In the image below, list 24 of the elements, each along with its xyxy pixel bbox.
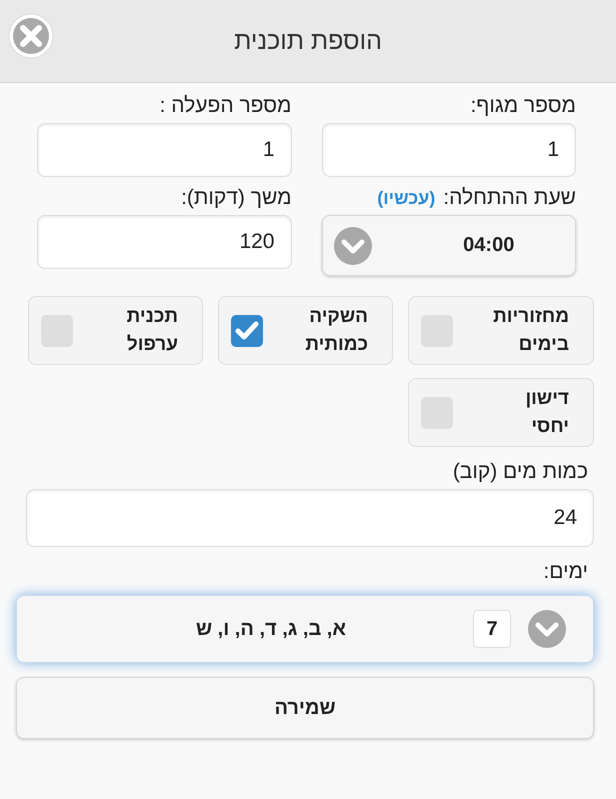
- field-label: מספר מגוף:: [470, 93, 576, 119]
- option-toggle[interactable]: תכנית ערפול: [28, 296, 203, 365]
- field-label: משך (דקות):: [181, 185, 292, 211]
- input-field[interactable]: 1: [37, 123, 292, 177]
- checkbox[interactable]: [231, 314, 263, 346]
- chevron-icon: [527, 609, 567, 649]
- save-button[interactable]: שמירה: [16, 677, 594, 739]
- close-icon[interactable]: [8, 13, 54, 59]
- option-toggle[interactable]: דישון יחסי: [408, 378, 594, 447]
- input-field[interactable]: 1: [322, 123, 576, 177]
- option-toggle[interactable]: מחזוריות בימים: [408, 296, 594, 365]
- time-select[interactable]: 04:00: [322, 215, 576, 276]
- field-label: שעת ההתחלה:: [443, 185, 576, 211]
- time-value: 04:00: [462, 234, 516, 257]
- count-badge: 7: [473, 610, 511, 648]
- input-field[interactable]: 120: [37, 215, 292, 269]
- field-label: כמות מים (קוב): [452, 459, 589, 485]
- input-field[interactable]: 24: [26, 489, 594, 547]
- option-toggle[interactable]: השקיה כמותית: [218, 296, 393, 365]
- field-label: מספר הפעלה :: [160, 93, 292, 119]
- days-value: א, ב, ג, ד, ה, ו, ש: [195, 618, 347, 640]
- field-label: ימים:: [542, 559, 589, 585]
- dialog-title: הוספת תוכנית: [234, 26, 382, 56]
- chevron-icon: [332, 226, 372, 266]
